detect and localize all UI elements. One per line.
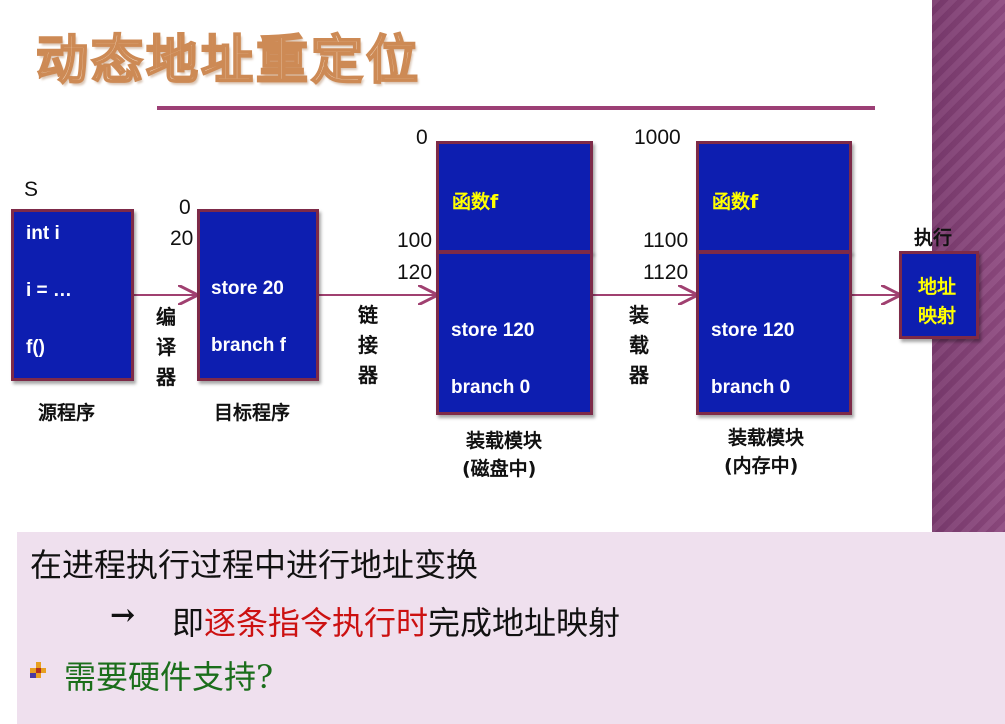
disk-caption-1: 装载模块 (466, 430, 543, 452)
disk-line: branch 0 (451, 377, 531, 398)
disk-function-label: 函数f (452, 191, 499, 213)
note-line-2-highlight: 逐条指令执行时 (204, 604, 429, 642)
target-program-box: store 20 branch f (197, 209, 319, 381)
mem-line: store 120 (711, 320, 795, 341)
mem-addr-1120: 1120 (643, 261, 689, 284)
mem-caption-1: 装载模块 (728, 427, 805, 449)
mem-addr-1100: 1100 (643, 229, 689, 252)
note-line-3: 需要硬件支持? (64, 658, 274, 696)
mem-code-segment: store 120 branch 0 (696, 251, 852, 415)
disk-addr-0: 0 (416, 126, 428, 149)
disk-function-segment: 函数f (436, 141, 593, 253)
note-line-2-suffix: 完成地址映射 (428, 604, 621, 642)
target-addr-20: 20 (170, 227, 194, 250)
target-line: branch f (211, 335, 286, 356)
bullet-icon (30, 662, 46, 678)
disk-caption-2: (磁盘中) (462, 458, 537, 480)
right-arrow-icon: → (110, 598, 136, 633)
disk-code-segment: store 120 branch 0 (436, 251, 593, 415)
loader-label: 装载器 (629, 303, 649, 387)
mem-function-segment: 函数f (696, 141, 852, 253)
compiler-label: 编译器 (156, 305, 176, 389)
execute-label: 执行 (914, 227, 953, 249)
mapping-line: 地址 (918, 276, 957, 298)
mem-line: branch 0 (711, 377, 791, 398)
address-mapping-box: 地址 映射 (899, 251, 979, 339)
source-caption: 源程序 (38, 402, 96, 424)
note-line-1: 在进程执行过程中进行地址变换 (30, 546, 479, 584)
source-line: int i (26, 223, 60, 244)
target-caption: 目标程序 (214, 402, 291, 424)
mem-addr-1000: 1000 (634, 126, 681, 149)
linker-label: 链接器 (358, 303, 378, 387)
disk-addr-120: 120 (397, 261, 433, 284)
note-line-2: 即逐条指令执行时完成地址映射 (172, 598, 620, 644)
source-label: S (24, 178, 39, 201)
disk-addr-100: 100 (397, 229, 433, 252)
note-line-2-prefix: 即 (172, 604, 205, 642)
source-line: f() (26, 337, 45, 358)
disk-line: store 120 (451, 320, 535, 341)
source-line: i = … (26, 280, 72, 301)
target-line: store 20 (211, 278, 284, 299)
mem-caption-2: (内存中) (724, 455, 799, 477)
source-program-box: int i i = … f() (11, 209, 134, 381)
mem-function-label: 函数f (712, 191, 759, 213)
mapping-line: 映射 (918, 305, 957, 327)
target-addr-0: 0 (179, 196, 191, 219)
